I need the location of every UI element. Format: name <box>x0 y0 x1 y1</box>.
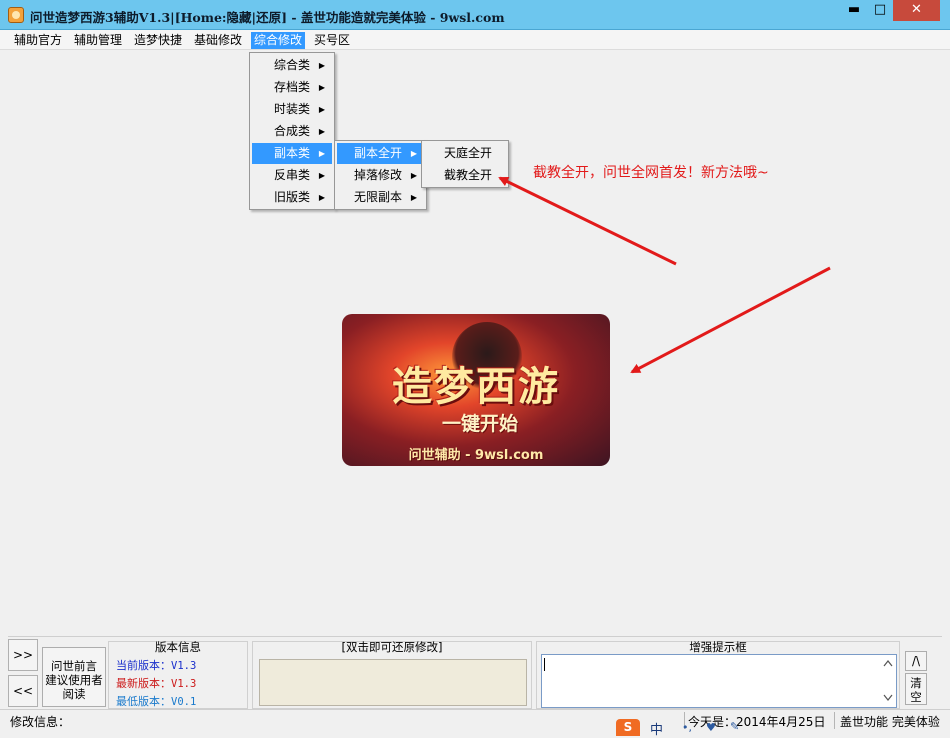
latest-version: 最新版本：V1.3 <box>116 677 197 690</box>
hint-scrollbar[interactable] <box>880 655 896 707</box>
text-cursor <box>544 658 545 671</box>
version-group: 版本信息 当前版本：V1.3 最新版本：V1.3 最低版本：V0.1 <box>108 640 248 709</box>
status-divider <box>834 712 835 729</box>
collapse-button[interactable]: << <box>8 675 38 707</box>
arrow-to-banner <box>630 266 831 374</box>
sogou-logo-icon: S <box>616 719 640 736</box>
status-slogan: 盖世功能 完美体验 <box>840 715 940 729</box>
expand-button[interactable]: >> <box>8 639 38 671</box>
scroll-down-icon <box>883 694 893 701</box>
min-version: 最低版本：V0.1 <box>116 695 197 708</box>
version-title: 版本信息 <box>155 640 201 654</box>
status-modify-info: 修改信息： <box>10 715 71 729</box>
restore-title: [双击即可还原修改] <box>341 640 443 654</box>
status-bar: 修改信息： 今天是：2014年4月25日 盖世功能 完美体验 <box>0 709 950 736</box>
current-version: 当前版本：V1.3 <box>116 659 197 672</box>
restore-list[interactable] <box>259 659 527 706</box>
hint-group: 增强提示框 <box>536 640 900 709</box>
clear-label: 清 空 <box>910 676 922 704</box>
preface-read-button[interactable]: 问世前言 建议使用者 阅读 <box>42 647 106 707</box>
ime-mode[interactable]: 中 <box>650 719 663 738</box>
clear-button[interactable]: 清 空 <box>905 673 927 705</box>
bottom-panel: >> << 问世前言 建议使用者 阅读 版本信息 当前版本：V1.3 最新版本：… <box>8 636 942 709</box>
scroll-top-button[interactable]: /\ <box>905 651 927 671</box>
banner-title: 造梦西游 <box>392 363 560 410</box>
ime-punct-icon[interactable]: •, <box>682 721 692 734</box>
restore-group: [双击即可还原修改] <box>252 640 532 709</box>
game-banner[interactable]: 造梦西游 一键开始 问世辅助 - 9wsl.com <box>342 314 610 466</box>
scroll-up-icon <box>883 660 893 667</box>
banner-footer: 问世辅助 - 9wsl.com <box>408 448 544 463</box>
hint-textarea[interactable] <box>541 654 897 708</box>
banner-subtitle: 一键开始 <box>442 413 519 435</box>
ime-tools-icon[interactable]: ✎ <box>730 720 739 733</box>
ime-skin-icon[interactable]: ♥ <box>706 721 716 734</box>
preface-read-label: 问世前言 建议使用者 阅读 <box>45 659 103 701</box>
hint-title: 增强提示框 <box>689 640 747 654</box>
ime-toolbar[interactable]: S 中 •, ♥ ✎ <box>614 719 739 738</box>
arrow-to-menu <box>498 176 677 266</box>
